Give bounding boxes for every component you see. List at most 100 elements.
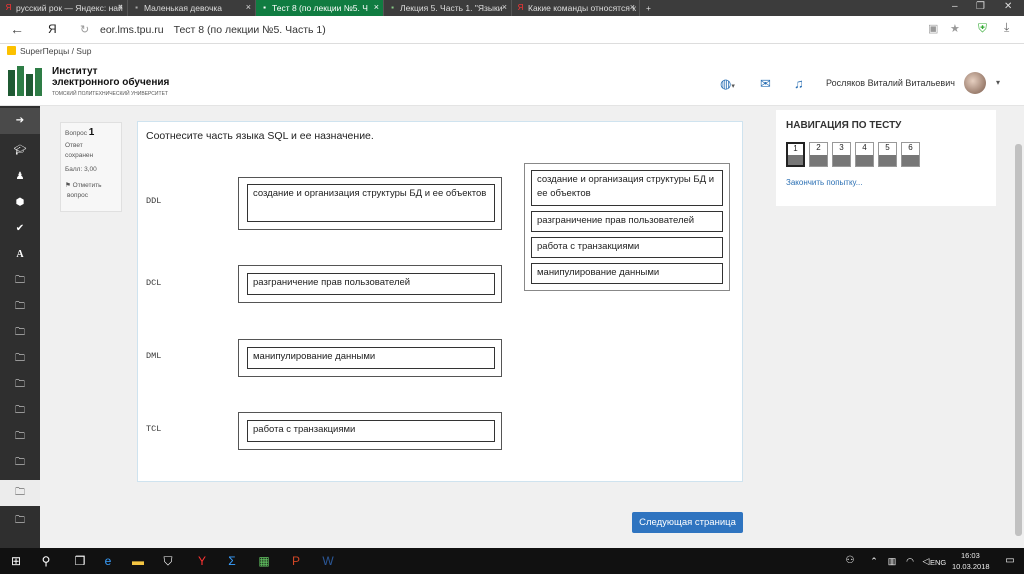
term-label: DCL <box>146 278 162 288</box>
browser-tab[interactable]: ▪ Лекция 5. Часть 1. "Языки × <box>384 0 512 16</box>
page-button[interactable]: 3 <box>832 142 851 167</box>
question-info: Вопрос 1 Ответ сохранен Балл: 3,00 ⚑ Отм… <box>60 122 122 212</box>
network-icon[interactable]: ▥ <box>884 553 900 569</box>
graduation-cap-icon[interactable]: 🎓︎ <box>0 138 40 164</box>
yandex-icon: Я <box>5 3 12 12</box>
bookmark-icon <box>7 46 16 55</box>
download-icon[interactable]: ⤓ <box>1004 20 1009 35</box>
page-button[interactable]: 4 <box>855 142 874 167</box>
chevron-down-icon[interactable]: ▾ <box>996 78 1000 87</box>
drop-zone[interactable]: работа с транзакциями <box>238 412 502 450</box>
close-icon[interactable]: × <box>118 2 123 12</box>
notifications-icon[interactable]: ▭ <box>1002 553 1018 569</box>
close-icon[interactable]: × <box>502 2 507 12</box>
browser-tab[interactable]: Я Какие команды относятся к × <box>512 0 640 16</box>
page-button[interactable]: 2 <box>809 142 828 167</box>
minimize-icon[interactable]: – <box>952 1 958 12</box>
drop-zone[interactable]: разграничение прав пользователей <box>238 265 502 303</box>
star-icon[interactable]: ★ <box>950 22 960 35</box>
maximize-icon[interactable]: ❐ <box>976 1 985 12</box>
drop-zone[interactable]: манипулирование данными <box>238 339 502 377</box>
app-icon[interactable]: ▦ <box>256 553 272 569</box>
folder-icon[interactable]: 🗀︎ <box>0 320 40 346</box>
folder-icon[interactable]: 🗀︎ <box>0 480 40 506</box>
site-header: Институт электронного обучения ТОМСКИЙ П… <box>0 58 1024 106</box>
page-button[interactable]: 6 <box>901 142 920 167</box>
wifi-icon[interactable]: ◠ <box>902 553 918 569</box>
answer-chip[interactable]: разграничение прав пользователей <box>247 273 495 295</box>
scrollbar[interactable] <box>1013 106 1024 548</box>
clock-date[interactable]: 10.03.2018 <box>952 562 990 571</box>
avatar[interactable] <box>964 72 986 94</box>
browser-tab-active[interactable]: ▪ Тест 8 (по лекции №5. Ч × <box>256 0 384 16</box>
people-icon[interactable]: ⚇ <box>842 553 858 569</box>
language-indicator[interactable]: ENG <box>930 558 946 567</box>
folder-icon[interactable]: 🗀︎ <box>0 508 40 534</box>
drop-zone[interactable]: создание и организация структуры БД и ее… <box>238 177 502 230</box>
folder-icon[interactable]: 🗀︎ <box>0 294 40 320</box>
term-label: DDL <box>146 196 162 206</box>
sigma-app-icon[interactable]: Σ <box>224 553 240 569</box>
close-icon[interactable]: × <box>630 2 635 12</box>
logo[interactable] <box>8 66 44 98</box>
flag-question-link[interactable]: ⚑ Отметить вопрос <box>65 181 117 201</box>
close-window-icon[interactable]: ✕ <box>1004 1 1012 12</box>
mail-icon[interactable]: ✉ <box>760 76 771 92</box>
sidebar-toggle-icon[interactable]: ➔ <box>0 108 40 134</box>
reload-icon[interactable]: ↻ <box>80 23 89 36</box>
close-icon[interactable]: × <box>246 2 251 12</box>
next-page-button[interactable]: Следующая страница <box>632 512 743 533</box>
answer-chip[interactable]: манипулирование данными <box>247 347 495 369</box>
yandex-icon[interactable]: Я <box>48 22 57 36</box>
windows-start-icon[interactable]: ⊞ <box>8 553 24 569</box>
tray-up-icon[interactable]: ⌃ <box>866 553 882 569</box>
search-icon[interactable]: ⚲ <box>38 553 54 569</box>
answer-chip[interactable]: создание и организация структуры БД и ее… <box>247 184 495 222</box>
finish-attempt-link[interactable]: Закончить попытку... <box>786 178 862 187</box>
powerpoint-icon[interactable]: P <box>288 553 304 569</box>
badge-icon[interactable]: ⬢ <box>0 190 40 216</box>
file-explorer-icon[interactable]: ▬ <box>130 553 146 569</box>
term-label: TCL <box>146 424 162 434</box>
bookmark-link[interactable]: SuperПерцы / Sup <box>20 46 91 56</box>
reader-icon[interactable]: ▣ <box>928 22 938 35</box>
pool-item[interactable]: разграничение прав пользователей <box>531 211 723 232</box>
folder-icon[interactable]: 🗀︎ <box>0 398 40 424</box>
clock-time[interactable]: 16:03 <box>961 551 980 560</box>
task-view-icon[interactable]: ❒ <box>72 553 88 569</box>
page-button[interactable]: 1 <box>786 142 805 167</box>
answer-chip[interactable]: работа с транзакциями <box>247 420 495 442</box>
edge-icon[interactable]: e <box>100 553 116 569</box>
font-icon[interactable]: A <box>0 242 40 268</box>
page-icon: ▪ <box>135 3 138 12</box>
page-icon: ▪ <box>263 3 266 12</box>
globe-icon[interactable]: ◍▾ <box>720 76 735 92</box>
shield-icon[interactable]: ⛨ <box>978 21 987 36</box>
folder-icon[interactable]: 🗀︎ <box>0 450 40 476</box>
new-tab-button[interactable]: + <box>642 0 660 16</box>
course-sidebar: ➔ 🎓︎ ♟ ⬢ ✔ A 🗀︎ 🗀︎ 🗀︎ 🗀︎ 🗀︎ 🗀︎ 🗀︎ 🗀︎ 🗀︎ … <box>0 106 40 548</box>
term-label: DML <box>146 351 162 361</box>
close-icon[interactable]: × <box>374 2 379 12</box>
bell-icon[interactable]: ♫ <box>794 76 804 91</box>
question-score: Балл: 3,00 <box>65 166 97 173</box>
folder-icon[interactable]: 🗀︎ <box>0 372 40 398</box>
check-circle-icon[interactable]: ✔ <box>0 216 40 242</box>
word-icon[interactable]: W <box>320 553 336 569</box>
folder-icon[interactable]: 🗀︎ <box>0 424 40 450</box>
store-icon[interactable]: ⛉ <box>160 553 176 569</box>
folder-icon[interactable]: 🗀︎ <box>0 346 40 372</box>
browser-tab[interactable]: Я русский рок — Яндекс: най × <box>0 0 128 16</box>
pool-item[interactable]: создание и организация структуры БД и ее… <box>531 170 723 206</box>
scrollbar-thumb[interactable] <box>1015 144 1022 536</box>
pool-item[interactable]: манипулирование данными <box>531 263 723 284</box>
url-field[interactable]: eor.lms.tpu.ru Тест 8 (по лекции №5. Част… <box>100 24 326 36</box>
browser-tab[interactable]: ▪ Маленькая девочка × <box>128 0 256 16</box>
yandex-browser-icon[interactable]: Y <box>194 553 210 569</box>
users-icon[interactable]: ♟ <box>0 164 40 190</box>
user-name[interactable]: Росляков Виталий Витальевич <box>826 78 955 88</box>
back-icon[interactable]: ← <box>10 21 24 37</box>
page-button[interactable]: 5 <box>878 142 897 167</box>
pool-item[interactable]: работа с транзакциями <box>531 237 723 258</box>
folder-icon[interactable]: 🗀︎ <box>0 268 40 294</box>
